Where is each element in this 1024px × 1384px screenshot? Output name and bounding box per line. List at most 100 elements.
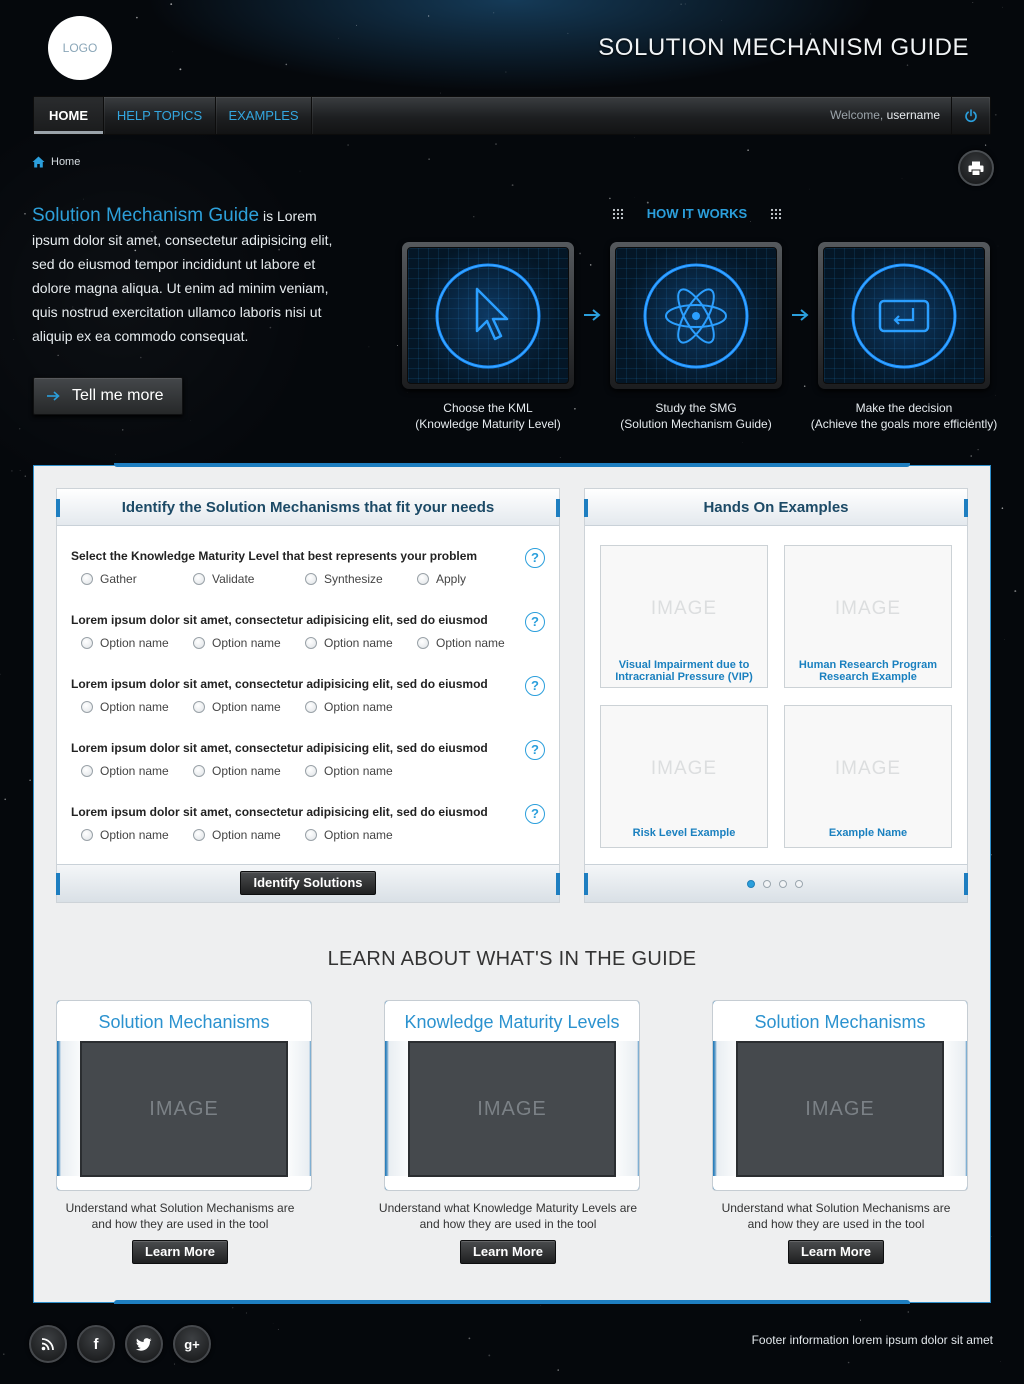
radio-button[interactable] xyxy=(305,701,317,713)
breadcrumb-home[interactable]: Home xyxy=(51,156,80,168)
carousel-dot[interactable] xyxy=(763,880,771,888)
step-make-decision[interactable] xyxy=(818,242,990,389)
learn-card-title[interactable]: Knowledge Maturity Levels xyxy=(385,1012,639,1033)
description-line: and how they are used in the tool xyxy=(419,1217,597,1231)
help-icon[interactable]: ? xyxy=(525,740,545,760)
radio-option[interactable]: Option name xyxy=(305,764,393,778)
star xyxy=(1002,6,1003,8)
learn-section-title: LEARN ABOUT WHAT'S IN THE GUIDE xyxy=(327,948,697,970)
wing-decoration xyxy=(964,873,968,895)
option-label: Option name xyxy=(436,636,505,650)
nav-help-topics[interactable]: HELP TOPICS xyxy=(104,97,216,134)
radio-option[interactable]: Option name xyxy=(193,700,281,714)
radio-option[interactable]: Gather xyxy=(81,572,137,586)
radio-button[interactable] xyxy=(305,765,317,777)
radio-option[interactable]: Validate xyxy=(193,572,254,586)
radio-button[interactable] xyxy=(305,573,317,585)
star xyxy=(907,1311,909,1313)
radio-button[interactable] xyxy=(193,573,205,585)
example-caption[interactable]: Human Research Program Research Example xyxy=(789,659,947,683)
example-caption-line: Visual Impairment due to xyxy=(618,659,750,671)
twitter-icon[interactable] xyxy=(125,1325,163,1363)
carousel-dot[interactable] xyxy=(747,880,755,888)
print-button[interactable] xyxy=(958,150,994,186)
panel-top-accent xyxy=(114,463,910,467)
logo[interactable]: LOGO xyxy=(48,16,112,80)
radio-option[interactable]: Option name xyxy=(305,828,393,842)
radio-button[interactable] xyxy=(193,637,205,649)
radio-button[interactable] xyxy=(81,573,93,585)
radio-button[interactable] xyxy=(81,701,93,713)
radio-button[interactable] xyxy=(193,829,205,841)
radio-button[interactable] xyxy=(81,765,93,777)
identify-solutions-button[interactable]: Identify Solutions xyxy=(240,871,376,895)
radio-button[interactable] xyxy=(193,765,205,777)
example-tile[interactable]: IMAGE Example Name xyxy=(784,705,952,848)
radio-option[interactable]: Option name xyxy=(193,828,281,842)
username[interactable]: username xyxy=(887,108,940,122)
example-caption[interactable]: Example Name xyxy=(789,827,947,839)
radio-button[interactable] xyxy=(193,701,205,713)
radio-option[interactable]: Option name xyxy=(417,636,505,650)
example-caption[interactable]: Visual Impairment due to Intracranial Pr… xyxy=(605,659,763,683)
question-text: Lorem ipsum dolor sit amet, consectetur … xyxy=(71,677,488,691)
logout-button[interactable] xyxy=(951,97,990,134)
learn-more-button[interactable]: Learn More xyxy=(788,1240,884,1264)
example-tile[interactable]: IMAGE Human Research Program Research Ex… xyxy=(784,545,952,688)
star xyxy=(427,15,430,17)
radio-button[interactable] xyxy=(81,637,93,649)
panel-bottom-accent xyxy=(114,1300,910,1304)
step-study-smg[interactable] xyxy=(610,242,782,389)
radio-button[interactable] xyxy=(305,829,317,841)
carousel-dot[interactable] xyxy=(779,880,787,888)
help-icon[interactable]: ? xyxy=(525,548,545,568)
footer-info: Footer information lorem ipsum dolor sit… xyxy=(751,1333,993,1347)
radio-option[interactable]: Option name xyxy=(81,636,169,650)
star xyxy=(285,63,288,66)
learn-card-title[interactable]: Solution Mechanisms xyxy=(57,1012,311,1033)
learn-card[interactable]: Knowledge Maturity Levels IMAGE xyxy=(384,1000,640,1191)
learn-card[interactable]: Solution Mechanisms IMAGE xyxy=(56,1000,312,1191)
radio-button[interactable] xyxy=(305,637,317,649)
help-icon[interactable]: ? xyxy=(525,676,545,696)
learn-more-button[interactable]: Learn More xyxy=(132,1240,228,1264)
radio-option[interactable]: Option name xyxy=(81,764,169,778)
step-2-caption: Study the SMG (Solution Mechanism Guide) xyxy=(596,400,796,432)
radio-button[interactable] xyxy=(81,829,93,841)
star xyxy=(232,1307,234,1309)
question-text: Lorem ipsum dolor sit amet, consectetur … xyxy=(71,805,488,819)
help-icon[interactable]: ? xyxy=(525,804,545,824)
radio-option[interactable]: Apply xyxy=(417,572,466,586)
step-choose-kml[interactable] xyxy=(402,242,574,389)
radio-option[interactable]: Option name xyxy=(193,636,281,650)
example-caption[interactable]: Risk Level Example xyxy=(605,827,763,839)
learn-card[interactable]: Solution Mechanisms IMAGE xyxy=(712,1000,968,1191)
tell-me-more-button[interactable]: Tell me more xyxy=(33,377,183,415)
radio-button[interactable] xyxy=(417,637,429,649)
radio-option[interactable]: Synthesize xyxy=(305,572,383,586)
rss-icon[interactable] xyxy=(29,1325,67,1363)
arrow-right-icon xyxy=(584,309,601,321)
home-icon[interactable] xyxy=(32,156,45,168)
nav-home[interactable]: HOME xyxy=(34,97,104,134)
google-plus-icon[interactable]: g+ xyxy=(173,1325,211,1363)
wing-decoration xyxy=(964,499,968,517)
radio-option[interactable]: Option name xyxy=(305,636,393,650)
radio-option[interactable]: Option name xyxy=(193,764,281,778)
example-caption-line: Research Example xyxy=(819,671,917,683)
star xyxy=(356,24,357,26)
radio-option[interactable]: Option name xyxy=(81,828,169,842)
learn-card-title[interactable]: Solution Mechanisms xyxy=(713,1012,967,1033)
carousel-dot[interactable] xyxy=(795,880,803,888)
facebook-icon[interactable]: f xyxy=(77,1325,115,1363)
help-icon[interactable]: ? xyxy=(525,612,545,632)
nav-examples[interactable]: EXAMPLES xyxy=(216,97,312,134)
example-tile[interactable]: IMAGE Risk Level Example xyxy=(600,705,768,848)
learn-more-button[interactable]: Learn More xyxy=(460,1240,556,1264)
star xyxy=(493,12,495,14)
example-tile[interactable]: IMAGE Visual Impairment due to Intracran… xyxy=(600,545,768,688)
intro-body: is Lorem ipsum dolor sit amet, consectet… xyxy=(32,208,333,344)
radio-option[interactable]: Option name xyxy=(305,700,393,714)
radio-button[interactable] xyxy=(417,573,429,585)
radio-option[interactable]: Option name xyxy=(81,700,169,714)
